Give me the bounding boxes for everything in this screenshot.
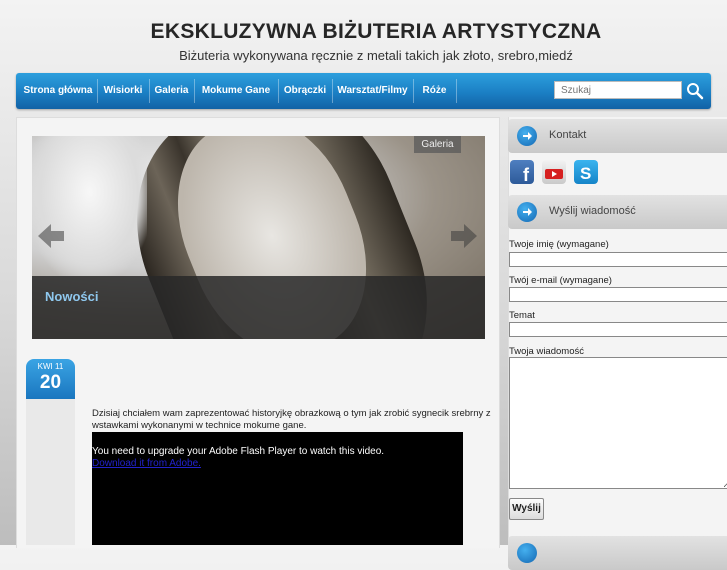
name-field[interactable] <box>509 252 727 267</box>
sidebar-contact-title: Kontakt <box>549 129 587 141</box>
nav-item-galeria[interactable]: Galeria <box>150 73 193 109</box>
name-label: Twoje imię (wymagane) <box>509 239 609 250</box>
search-icon <box>687 83 704 100</box>
slider-caption-bar <box>32 276 485 339</box>
post-text: Dzisiaj chciałem wam zaprezentować histo… <box>92 408 491 431</box>
slider-next-button[interactable] <box>449 221 479 251</box>
slider-prev-button[interactable] <box>36 221 66 251</box>
arrow-right-icon <box>451 224 477 248</box>
arrow-circle-icon <box>517 543 537 563</box>
post-date-month: KWI 11 <box>37 362 64 371</box>
email-field[interactable] <box>509 287 727 302</box>
nav-item-obraczki[interactable]: Obrączki <box>279 73 331 109</box>
subject-field[interactable] <box>509 322 727 337</box>
submit-button[interactable]: Wyślij <box>509 498 544 520</box>
facebook-icon[interactable]: f <box>510 160 534 185</box>
flash-upgrade-message: You need to upgrade your Adobe Flash Pla… <box>92 446 385 457</box>
post-date-badge: KWI 11 20 <box>26 359 75 399</box>
site-title: EKSKLUZYWNA BIŻUTERIA ARTYSTYCZNA <box>150 20 602 43</box>
slider-category-tag[interactable]: Galeria <box>414 136 461 153</box>
nav-item-wisiorki[interactable]: Wisiorki <box>98 73 148 109</box>
sidebar-next-header <box>508 536 727 570</box>
nav-item-roze[interactable]: Róże <box>414 73 455 109</box>
skype-icon[interactable]: S <box>574 160 598 184</box>
nav-item-strona-glowna[interactable]: Strona główna <box>20 73 96 109</box>
nav-item-warsztat-filmy[interactable]: Warsztat/Filmy <box>333 73 412 109</box>
arrow-circle-icon <box>517 126 537 146</box>
flash-download-link[interactable]: Download it from Adobe. <box>92 458 201 469</box>
youtube-icon[interactable] <box>542 160 566 184</box>
email-label: Twój e-mail (wymagane) <box>509 275 612 286</box>
nav-divider <box>456 79 457 103</box>
svg-text:S: S <box>580 164 591 183</box>
site-tagline: Biżuteria wykonywana ręcznie z metali ta… <box>179 48 573 63</box>
slider-caption[interactable]: Nowości <box>45 289 98 304</box>
svg-text:f: f <box>523 165 530 184</box>
post-date-day: 20 <box>39 372 62 393</box>
subject-label: Temat <box>509 310 535 321</box>
search-button[interactable] <box>683 81 707 101</box>
arrow-circle-icon <box>517 202 537 222</box>
post-date-column <box>26 399 75 545</box>
message-field[interactable] <box>509 357 727 489</box>
sidebar-contact-header: Kontakt <box>508 119 727 153</box>
slide-image-shell <box>32 136 147 276</box>
nav-item-mokume-gane[interactable]: Mokume Gane <box>195 73 277 109</box>
sidebar-send-title: Wyślij wiadomość <box>549 205 636 217</box>
arrow-left-icon <box>38 224 64 248</box>
sidebar-send-header: Wyślij wiadomość <box>508 195 727 229</box>
search-input[interactable] <box>554 81 682 99</box>
message-label: Twoja wiadomość <box>509 346 584 357</box>
